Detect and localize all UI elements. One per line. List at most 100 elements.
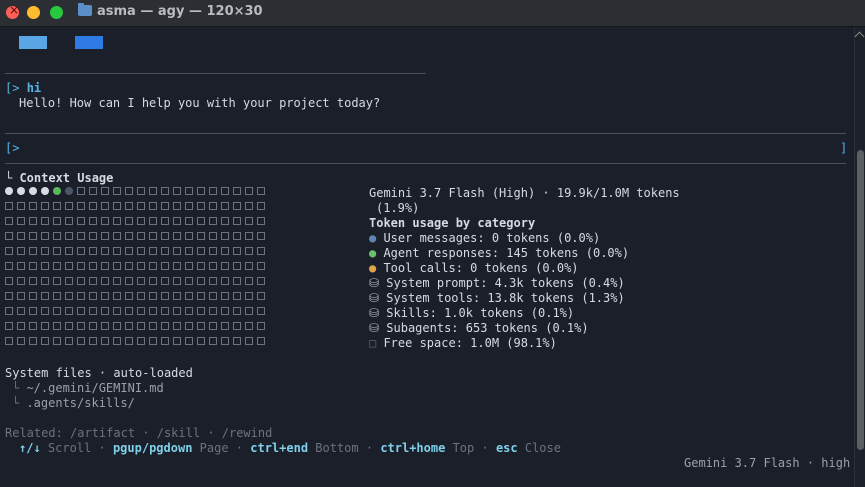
grid-cell-free <box>257 277 265 285</box>
grid-cell-free <box>101 277 109 285</box>
grid-cell-free <box>101 322 109 330</box>
grid-cell-free <box>125 262 133 270</box>
grid-cell-free <box>17 307 25 315</box>
grid-cell-free <box>233 262 241 270</box>
shortcut-action: Scroll <box>40 441 92 455</box>
grid-cell-free <box>185 217 193 225</box>
grid-cell-free <box>233 322 241 330</box>
grid-cell-free <box>257 187 265 195</box>
grid-cell-free <box>125 277 133 285</box>
grid-cell-free <box>5 322 13 330</box>
grid-cell-free <box>245 217 253 225</box>
grid-cell-free <box>161 307 169 315</box>
database-icon: ⛁ <box>369 321 380 335</box>
grid-cell-free <box>233 202 241 210</box>
grid-cell-free <box>125 247 133 255</box>
grid-cell-free <box>53 307 61 315</box>
grid-cell-free <box>137 262 145 270</box>
status-model: Gemini 3.7 Flash · high <box>684 456 851 470</box>
zoom-window-button[interactable] <box>50 6 63 19</box>
grid-cell-free <box>209 337 217 345</box>
title-bar: asma — agy — 120×30 <box>0 0 865 27</box>
grid-cell-free <box>137 277 145 285</box>
grid-cell-free <box>17 262 25 270</box>
grid-cell-used <box>41 187 49 195</box>
category-item: ● Agent responses: 145 tokens (0.0%) <box>369 246 629 261</box>
grid-cell-free <box>161 277 169 285</box>
grid-cell-free <box>65 292 73 300</box>
shortcut-bar: ↑/↓ Scroll · pgup/pgdown Page · ctrl+end… <box>19 441 561 455</box>
category-label: System tools: 13.8k tokens (1.3%) <box>379 291 625 305</box>
grid-cell-free <box>173 292 181 300</box>
grid-cell-free <box>101 292 109 300</box>
grid-cell-free <box>197 307 205 315</box>
grid-cell-free <box>149 322 157 330</box>
close-window-button[interactable] <box>6 3 19 19</box>
grid-cell-free <box>161 262 169 270</box>
grid-cell-free <box>197 232 205 240</box>
model-usage-percent: (1.9%) <box>376 201 420 215</box>
context-usage-heading: └ Context Usage <box>5 171 114 185</box>
grid-cell-free <box>137 187 145 195</box>
grid-cell-used <box>29 187 37 195</box>
grid-cell-free <box>209 322 217 330</box>
grid-cell-free <box>125 337 133 345</box>
grid-cell-free <box>149 307 157 315</box>
grid-cell-free <box>101 307 109 315</box>
grid-cell-free <box>29 217 37 225</box>
grid-cell-free <box>41 307 49 315</box>
grid-cell-free <box>113 307 121 315</box>
grid-cell-free <box>221 292 229 300</box>
system-file-item: └ .agents/skills/ <box>12 396 135 410</box>
grid-cell-free <box>101 217 109 225</box>
shortcut-action: Bottom <box>308 441 359 455</box>
database-icon: ⛁ <box>369 306 380 320</box>
grid-cell-free <box>29 262 37 270</box>
category-item: ● Tool calls: 0 tokens (0.0%) <box>369 261 579 276</box>
user-message: hi <box>26 81 42 95</box>
category-label: Skills: 1.0k tokens (0.1%) <box>379 306 575 320</box>
grid-cell-free <box>173 337 181 345</box>
divider <box>5 133 846 134</box>
grid-cell-free <box>233 337 241 345</box>
category-label: Agent responses: 145 tokens (0.0%) <box>376 246 630 260</box>
logo-block-left <box>19 36 47 49</box>
grid-cell-free <box>185 262 193 270</box>
grid-cell-free <box>221 307 229 315</box>
grid-cell-free <box>89 187 97 195</box>
category-label: User messages: 0 tokens (0.0%) <box>376 231 601 245</box>
grid-cell-free <box>53 292 61 300</box>
grid-cell-free <box>5 307 13 315</box>
grid-cell-free <box>5 232 13 240</box>
grid-cell-free <box>41 217 49 225</box>
grid-cell-free <box>77 217 85 225</box>
grid-cell-free <box>221 247 229 255</box>
grid-cell-free <box>149 277 157 285</box>
scrollbar-thumb[interactable] <box>857 150 864 450</box>
grid-cell-free <box>221 262 229 270</box>
grid-cell-free <box>149 187 157 195</box>
grid-cell-free <box>113 202 121 210</box>
grid-cell-free <box>173 247 181 255</box>
grid-cell-free <box>221 187 229 195</box>
grid-cell-free <box>41 247 49 255</box>
grid-cell-free <box>257 262 265 270</box>
grid-cell-free <box>257 232 265 240</box>
shortcut-action: Top <box>445 441 475 455</box>
input-prompt-marker[interactable]: [> <box>5 141 19 156</box>
grid-cell-free <box>125 232 133 240</box>
grid-cell-free <box>161 217 169 225</box>
grid-cell-agent <box>53 187 61 195</box>
grid-cell-free <box>125 217 133 225</box>
shortcut-key: pgup/pgdown <box>112 441 193 455</box>
grid-cell-free <box>245 262 253 270</box>
category-heading: Token usage by category <box>369 216 536 230</box>
grid-cell-free <box>101 262 109 270</box>
grid-cell-free <box>173 277 181 285</box>
grid-cell-free <box>29 292 37 300</box>
grid-cell-free <box>5 262 13 270</box>
grid-cell-free <box>17 292 25 300</box>
grid-cell-free <box>17 202 25 210</box>
grid-cell-used <box>5 187 13 195</box>
minimize-window-button[interactable] <box>27 6 40 19</box>
